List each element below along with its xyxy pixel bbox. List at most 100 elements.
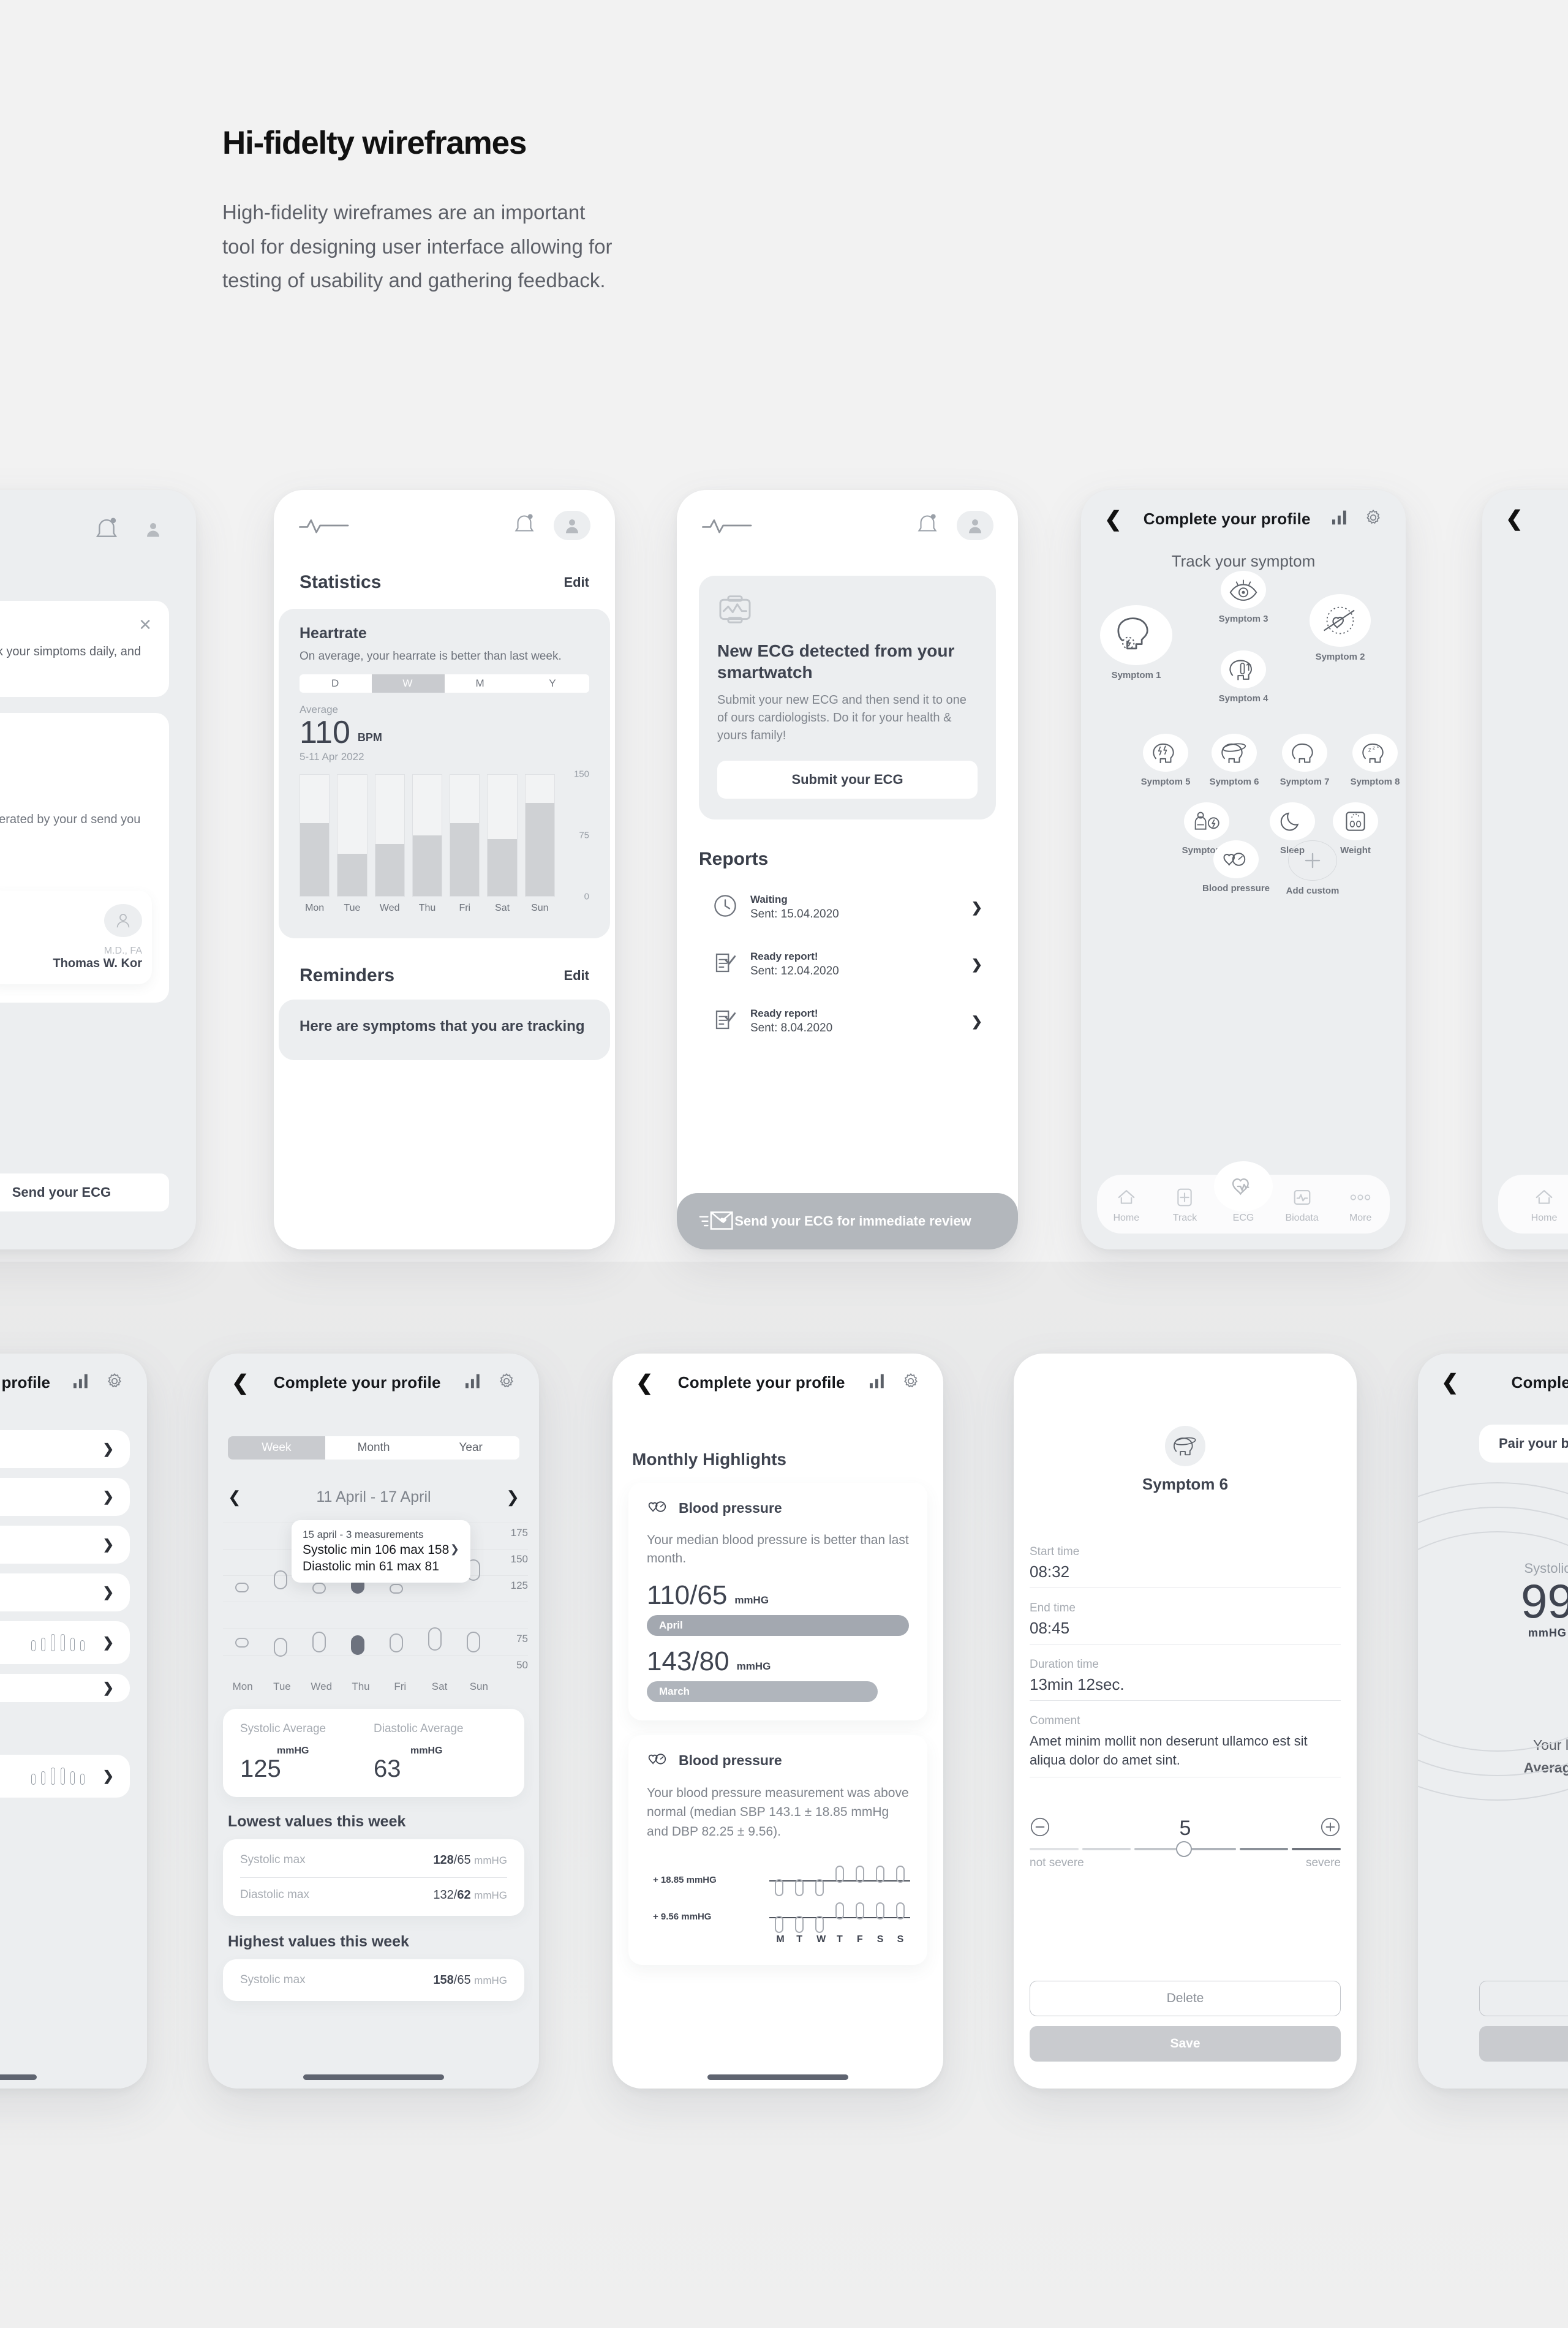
avatar[interactable]: [135, 514, 172, 544]
edit-statistics-button[interactable]: Edit: [564, 574, 589, 590]
chevron-right-icon[interactable]: ❯: [103, 1635, 114, 1651]
list-item[interactable]: ❯: [0, 1573, 130, 1611]
range-option-w[interactable]: W: [372, 674, 445, 693]
chevron-right-icon[interactable]: ❯: [103, 1584, 114, 1600]
period-option-month[interactable]: Month: [325, 1436, 423, 1460]
severity-slider-knob[interactable]: [1175, 1841, 1192, 1858]
bell-icon[interactable]: [916, 512, 941, 539]
symptom-item-1[interactable]: Symptom 1: [1099, 605, 1173, 681]
bar-chart-icon[interactable]: [74, 1374, 89, 1392]
field-duration-time[interactable]: Duration time 13min 12sec.: [1030, 1658, 1341, 1701]
submit-ecg-button[interactable]: Submit your ECG: [717, 761, 978, 799]
edit-reminders-button[interactable]: Edit: [564, 968, 589, 984]
gear-icon[interactable]: [902, 1372, 920, 1393]
phone-home-partial: Ralph weekly score ✕ an still be better …: [0, 490, 196, 1249]
gear-icon[interactable]: [497, 1372, 516, 1393]
tab-track[interactable]: Track: [1156, 1185, 1215, 1224]
delete-button[interactable]: Delete: [1030, 1981, 1341, 2016]
field-start-time[interactable]: Start time 08:32: [1030, 1545, 1341, 1588]
list-item[interactable]: e❯: [0, 1430, 130, 1468]
period-segmented-control[interactable]: Week Month Year: [228, 1436, 519, 1460]
severity-slider[interactable]: [1030, 1841, 1341, 1858]
period-option-year[interactable]: Year: [422, 1436, 519, 1460]
symptom-item-add-custom[interactable]: Add custom: [1276, 840, 1349, 897]
card-title: Blood pressure: [679, 1752, 782, 1768]
range-option-d[interactable]: D: [300, 674, 372, 693]
sparkline-bar: [60, 1634, 65, 1651]
bar-chart-icon[interactable]: [466, 1374, 481, 1392]
chevron-right-icon[interactable]: ❯: [971, 957, 982, 973]
avatar[interactable]: [957, 511, 993, 540]
field-end-time[interactable]: End time 08:45: [1030, 1602, 1341, 1644]
axis-label: M: [776, 1934, 785, 1945]
symptom-item-6[interactable]: Symptom 6: [1197, 734, 1271, 788]
range-marker: [389, 1633, 403, 1653]
stats-appbar: [274, 490, 615, 540]
symptom-item-4[interactable]: Symptom 4: [1207, 650, 1280, 704]
prev-week-button[interactable]: ❮: [228, 1488, 241, 1507]
symptom-item-blood-pressure[interactable]: Blood pressure: [1199, 840, 1273, 894]
report-row[interactable]: Ready report! Sent: 8.04.2020 ❯: [699, 997, 996, 1045]
bar-fill: [300, 823, 330, 896]
list-item[interactable]: e❯: [0, 1526, 130, 1564]
range-option-y[interactable]: Y: [517, 674, 589, 693]
row-value-rest: /65: [453, 1973, 471, 1987]
back-button[interactable]: ❮: [1441, 1372, 1459, 1393]
symptom-item-2[interactable]: Symptom 2: [1303, 594, 1377, 663]
chevron-right-icon[interactable]: ❯: [103, 1680, 114, 1696]
back-button[interactable]: ❮: [232, 1373, 249, 1393]
bar-chart-icon[interactable]: [1332, 510, 1348, 528]
doctor-card[interactable]: M.D., FA Thomas W. Kor: [0, 891, 152, 984]
bell-icon[interactable]: [94, 516, 119, 543]
bar-chart-icon[interactable]: [870, 1374, 886, 1392]
gear-icon[interactable]: [1364, 508, 1382, 530]
chevron-right-icon[interactable]: ❯: [971, 1014, 982, 1030]
ecg-fab-button[interactable]: [1214, 1161, 1273, 1211]
list-item[interactable]: ❯: [0, 1621, 130, 1664]
tab-home[interactable]: Home: [1097, 1185, 1156, 1224]
list-item[interactable]: ❯: [0, 1755, 130, 1798]
bell-icon[interactable]: [513, 512, 538, 539]
bp-tooltip[interactable]: 15 april - 3 measurements Systolic min 1…: [292, 1520, 470, 1583]
send-ecg-button[interactable]: Send your ECG: [0, 1173, 169, 1211]
chevron-right-icon[interactable]: ❯: [103, 1441, 114, 1457]
range-segmented-control[interactable]: D W M Y: [300, 674, 589, 693]
back-button[interactable]: ❮: [1506, 508, 1523, 529]
next-week-button[interactable]: ❯: [506, 1488, 519, 1507]
secondary-input-field[interactable]: [1479, 1981, 1568, 2016]
tab-home[interactable]: Home: [1498, 1185, 1568, 1224]
chevron-right-icon[interactable]: ❯: [103, 1537, 114, 1553]
report-row[interactable]: Ready report! Sent: 12.04.2020 ❯: [699, 940, 996, 989]
pair-device-button[interactable]: Pair your bloo: [1479, 1425, 1568, 1463]
add-button[interactable]: Ad: [1479, 2026, 1568, 2062]
plus-circle-icon[interactable]: [1320, 1817, 1341, 1840]
send-ecg-banner[interactable]: Send your ECG for immediate review: [677, 1193, 1018, 1249]
close-icon[interactable]: ✕: [138, 617, 152, 633]
chevron-right-icon[interactable]: ❯: [450, 1543, 459, 1556]
range-option-m[interactable]: M: [445, 674, 517, 693]
back-button[interactable]: ❮: [1104, 509, 1122, 530]
severity-control[interactable]: 5 not severe severe: [1030, 1817, 1341, 1870]
gear-icon[interactable]: [105, 1372, 124, 1393]
chevron-right-icon[interactable]: ❯: [103, 1489, 114, 1505]
report-row[interactable]: Waiting Sent: 15.04.2020 ❯: [699, 883, 996, 932]
avatar[interactable]: [554, 511, 590, 540]
minus-circle-icon[interactable]: [1030, 1817, 1050, 1840]
tab-more[interactable]: More: [1331, 1185, 1390, 1224]
symptom-item-5[interactable]: Symptom 5: [1129, 734, 1202, 788]
chevron-right-icon[interactable]: ❯: [103, 1768, 114, 1784]
symptom-item-8[interactable]: zzz Symptom 8: [1338, 734, 1406, 788]
symptom-item-3[interactable]: Symptom 3: [1207, 571, 1280, 625]
reminders-card[interactable]: Here are symptoms that you are tracking: [279, 999, 610, 1060]
period-option-week[interactable]: Week: [228, 1436, 325, 1460]
symptom-item-7[interactable]: Symptom 7: [1268, 734, 1341, 788]
save-button[interactable]: Save: [1030, 2026, 1341, 2062]
list-item[interactable]: ❯: [0, 1674, 130, 1702]
person-shock-icon: [1184, 802, 1229, 840]
list-item[interactable]: e❯: [0, 1478, 130, 1516]
scale-icon: [1333, 802, 1378, 840]
tab-biodata[interactable]: Biodata: [1273, 1185, 1332, 1224]
field-comment[interactable]: Comment Amet minim mollit non deserunt u…: [1030, 1714, 1341, 1778]
chevron-right-icon[interactable]: ❯: [971, 900, 982, 916]
back-button[interactable]: ❮: [636, 1373, 654, 1393]
